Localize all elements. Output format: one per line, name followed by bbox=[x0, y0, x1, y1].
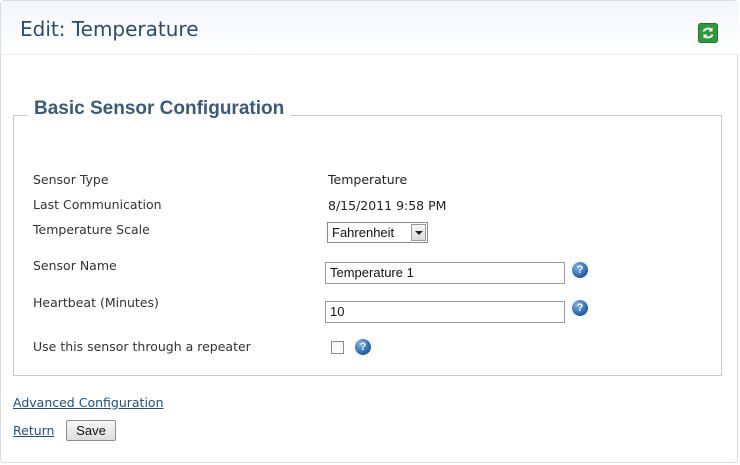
sensor-name-label: Sensor Name bbox=[33, 258, 117, 273]
page-title: Edit: Temperature bbox=[20, 17, 199, 41]
repeater-help-icon[interactable]: ? bbox=[355, 339, 371, 355]
heartbeat-input[interactable]: 10 bbox=[325, 301, 565, 323]
basic-config-fieldset bbox=[13, 115, 722, 376]
heartbeat-help-icon[interactable]: ? bbox=[572, 300, 588, 316]
last-communication-label: Last Communication bbox=[33, 197, 162, 212]
sensor-type-label: Sensor Type bbox=[33, 172, 109, 187]
sensor-name-help-icon[interactable]: ? bbox=[572, 262, 588, 278]
section-legend: Basic Sensor Configuration bbox=[28, 98, 291, 120]
chevron-down-icon[interactable] bbox=[411, 224, 426, 241]
repeater-label: Use this sensor through a repeater bbox=[33, 339, 251, 354]
temperature-scale-selected: Fahrenheit bbox=[332, 225, 395, 240]
sensor-name-input[interactable]: Temperature 1 bbox=[325, 262, 565, 284]
temperature-scale-label: Temperature Scale bbox=[33, 222, 150, 237]
save-button[interactable]: Save bbox=[66, 420, 116, 441]
panel-header: Edit: Temperature bbox=[1, 1, 739, 55]
refresh-icon[interactable] bbox=[698, 23, 718, 43]
heartbeat-label: Heartbeat (Minutes) bbox=[33, 295, 159, 310]
return-link[interactable]: Return bbox=[13, 423, 54, 439]
last-communication-value: 8/15/2011 9:58 PM bbox=[328, 198, 447, 213]
advanced-configuration-link[interactable]: Advanced Configuration bbox=[13, 395, 164, 411]
sensor-type-value: Temperature bbox=[328, 172, 408, 187]
temperature-scale-select[interactable]: Fahrenheit bbox=[327, 222, 428, 243]
repeater-checkbox[interactable] bbox=[331, 341, 344, 354]
